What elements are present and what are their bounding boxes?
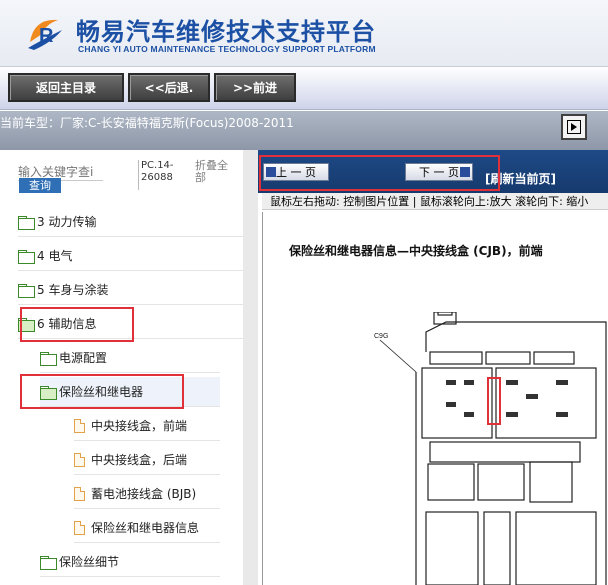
logo-icon: R [28,19,62,50]
back-button[interactable]: <<后退. [128,73,210,102]
arrow-right-icon [460,167,470,177]
tree-item-label: 电源配置 [59,351,108,365]
home-button[interactable]: 返回主目录 [8,73,124,102]
tree-item-cjb-rear[interactable]: 中央接线盒，后端 [74,445,220,475]
tree-item-bjb[interactable]: 蓄电池接线盒 (BJB) [74,479,220,509]
folder-open-icon [40,385,57,400]
prev-page-label: 上 一 页 [276,166,316,179]
tree-item-power-config[interactable]: 电源配置 [40,343,220,373]
tree-item-powertrain[interactable]: 3 动力传输 [18,207,243,237]
folder-icon [40,351,57,366]
navigation-toolbar: 返回主目录 <<后退. >>前进 [0,66,608,110]
document-code: PC.14-26088 [138,160,186,190]
document-icon [74,520,85,535]
forward-button[interactable]: >>前进 [214,73,296,102]
app-title: 畅易汽车维修技术支持平台 [76,18,376,46]
sidebar-scrollbar[interactable] [243,150,258,585]
tree-item-label: 中央接线盒，前端 [91,419,188,433]
tree-item-label: 保险丝和继电器信息 [91,521,200,535]
tree-item-label: 保险丝和继电器 [59,385,144,399]
tree-item-label: 蓄电池接线盒 (BJB) [91,487,197,501]
expand-panel-button[interactable] [561,114,587,140]
folder-icon [18,283,35,298]
tree-item-cjb-front[interactable]: 中央接线盒，前端 [74,411,220,441]
tree-item-fuses-relays[interactable]: 保险丝和继电器 [40,377,220,407]
diagram-title: 保险丝和继电器信息—中央接线盒 (CJB)，前端 [289,244,543,258]
arrow-left-icon [266,167,276,177]
folder-icon [18,215,35,230]
document-icon [74,452,85,467]
tree-item-fuse-relay-info[interactable]: 保险丝和继电器信息 [74,513,220,543]
current-model: 当前车型：厂家:C-长安福特福克斯(Focus)2008-2011 [0,114,294,131]
next-page-label: 下 一 页 [419,166,459,179]
viewer-hint: 鼠标左右拖动: 控制图片位置 | 鼠标滚轮向上:放大 滚轮向下: 缩小 [262,193,608,210]
folder-open-icon [18,317,35,332]
folder-icon [18,249,35,264]
search-button[interactable]: 查询 [19,178,61,193]
current-model-value: 厂家:C-长安福特福克斯(Focus)2008-2011 [60,116,294,130]
tree-item-auxiliary-info[interactable]: 6 辅助信息 [18,309,243,339]
tree-item-label: 5 车身与涂装 [37,283,109,297]
document-icon [74,486,85,501]
tree-item-label: 3 动力传输 [37,215,97,229]
app-subtitle: CHANG YI AUTO MAINTENANCE TECHNOLOGY SUP… [78,44,376,54]
tree-item-fuse-details[interactable]: 保险丝细节 [40,547,220,577]
expand-icon [567,120,581,134]
diagram-connector-label: C9G [374,333,388,340]
refresh-page-link[interactable]: [刷新当前页] [485,170,556,187]
tree-item-label: 6 辅助信息 [37,317,97,331]
collapse-all-link[interactable]: 折叠全部 [195,160,237,184]
next-page-button[interactable]: 下 一 页 [405,163,473,181]
prev-page-button[interactable]: 上 一 页 [263,163,329,181]
app-header: R 畅易汽车维修技术支持平台 CHANG YI AUTO MAINTENANCE… [0,0,608,66]
model-bar: 当前车型：厂家:C-长安福特福克斯(Focus)2008-2011 [0,111,608,150]
current-model-label: 当前车型： [0,116,61,130]
document-icon [74,418,85,433]
tree-item-electrical[interactable]: 4 电气 [18,241,243,271]
cjb-diagram[interactable]: C9G [366,312,608,585]
tree-item-body-paint[interactable]: 5 车身与涂装 [18,275,243,305]
svg-text:R: R [39,25,54,47]
tree-item-label: 保险丝细节 [59,555,120,569]
folder-icon [40,555,57,570]
tree-item-label: 中央接线盒，后端 [91,453,188,467]
tree-item-label: 4 电气 [37,249,73,263]
